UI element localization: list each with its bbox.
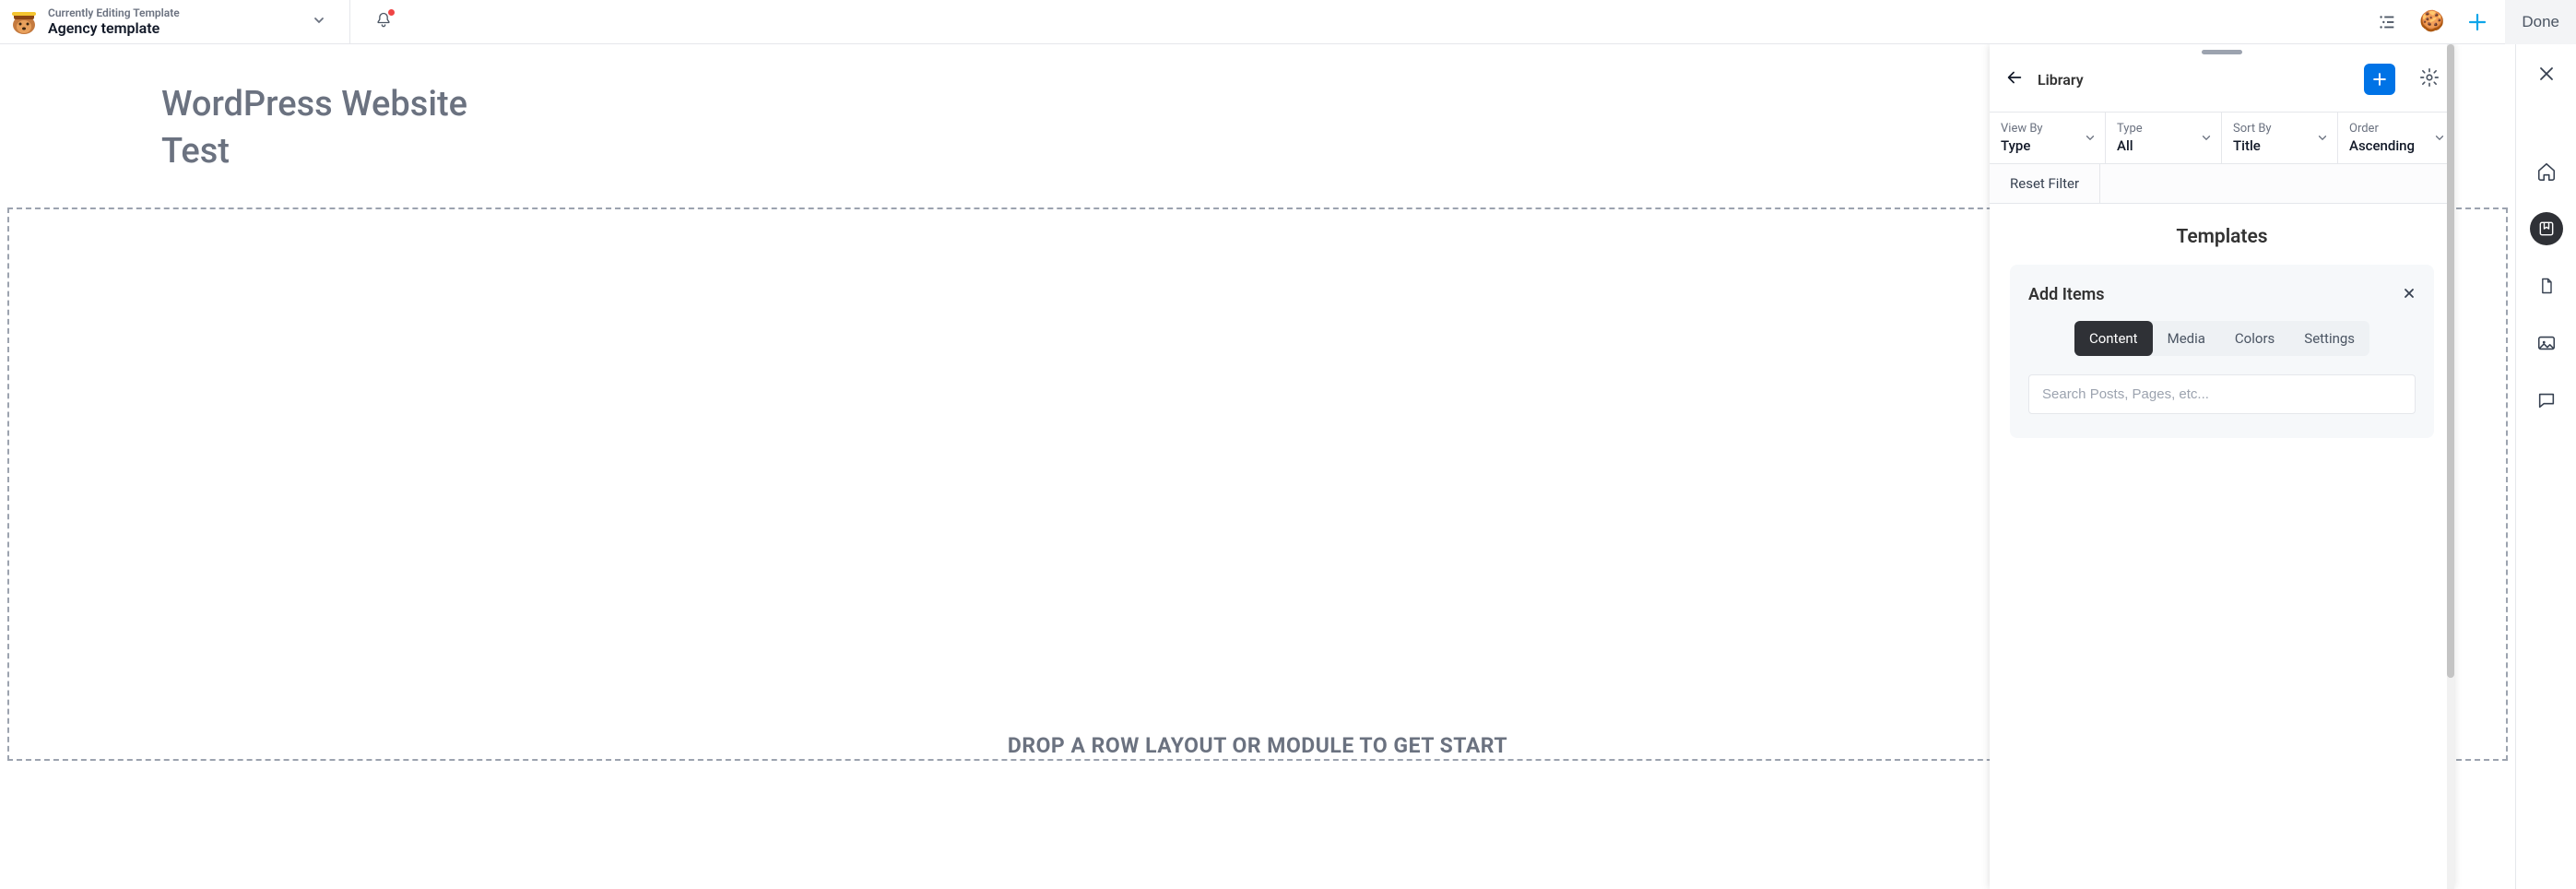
- tab-content[interactable]: Content: [2074, 321, 2153, 356]
- reset-filter-button[interactable]: Reset Filter: [1990, 164, 2100, 203]
- beaver-logo[interactable]: [7, 6, 41, 39]
- done-button[interactable]: Done: [2505, 0, 2576, 44]
- filter-label: Order: [2349, 122, 2443, 136]
- filter-order[interactable]: Order Ascending: [2338, 113, 2454, 164]
- rail-media-button[interactable]: [2530, 326, 2563, 360]
- arrow-left-icon: [2004, 67, 2025, 88]
- filter-label: Type: [2117, 122, 2210, 136]
- right-rail: [2515, 44, 2576, 889]
- add-items-card: Add Items Content Media Colors Settings: [2010, 265, 2434, 438]
- chevron-down-icon: [2085, 129, 2096, 147]
- editing-label: Currently Editing Template: [48, 6, 180, 19]
- add-content-button[interactable]: [2461, 6, 2494, 39]
- template-dropdown-caret[interactable]: [307, 7, 331, 36]
- separator: [349, 0, 350, 44]
- dropzone-text: DROP A ROW LAYOUT OR MODULE TO GET START: [1008, 733, 1507, 758]
- add-items-tabs: Content Media Colors Settings: [2074, 321, 2369, 356]
- filter-sort-by[interactable]: Sort By Title: [2222, 113, 2338, 164]
- plus-icon: [2370, 70, 2389, 89]
- outline-button[interactable]: [2371, 6, 2403, 38]
- filter-row: View By Type Type All Sort By Title Orde…: [1990, 112, 2454, 164]
- tab-settings[interactable]: Settings: [2289, 321, 2369, 356]
- outline-icon: [2377, 12, 2397, 32]
- heading-line-1: WordPress Website: [161, 84, 467, 124]
- chevron-down-icon: [2434, 129, 2445, 147]
- filter-view-by[interactable]: View By Type: [1990, 113, 2106, 164]
- plus-icon: [2466, 11, 2488, 33]
- heading-line-2: Test: [161, 131, 230, 172]
- home-icon: [2536, 161, 2557, 182]
- filter-label: View By: [2001, 122, 2094, 136]
- close-panel-button[interactable]: [2530, 57, 2563, 90]
- library-settings-button[interactable]: [2419, 67, 2440, 91]
- gear-icon: [2419, 67, 2440, 88]
- template-name: Agency template: [48, 19, 180, 37]
- chat-icon: [2536, 390, 2557, 410]
- top-bar-right: 🍪 Done: [2371, 0, 2576, 44]
- tab-colors[interactable]: Colors: [2220, 321, 2289, 356]
- tab-media[interactable]: Media: [2153, 321, 2220, 356]
- top-bar: Currently Editing Template Agency templa…: [0, 0, 2576, 44]
- filter-value: Ascending: [2349, 137, 2443, 154]
- filter-value: All: [2117, 137, 2210, 154]
- chevron-down-icon: [2201, 129, 2212, 147]
- canvas: WordPress Website Test DROP A ROW LAYOUT…: [0, 44, 2515, 889]
- cookie-icon: 🍪: [2419, 10, 2444, 33]
- filter-value: Title: [2233, 137, 2326, 154]
- chevron-down-icon: [313, 14, 325, 27]
- main-area: WordPress Website Test DROP A ROW LAYOUT…: [0, 44, 2576, 889]
- library-panel: Library View By Type Type All: [1990, 44, 2454, 889]
- add-items-header: Add Items: [2028, 285, 2416, 304]
- filter-value: Type: [2001, 137, 2094, 154]
- bookmark-square-icon: [2537, 219, 2556, 238]
- image-icon: [2536, 333, 2557, 353]
- filter-label: Sort By: [2233, 122, 2326, 136]
- cookie-button[interactable]: 🍪: [2414, 5, 2450, 39]
- add-items-search-input[interactable]: [2028, 374, 2416, 414]
- top-bar-left: Currently Editing Template Agency templa…: [7, 0, 398, 44]
- library-header: Library: [1990, 54, 2454, 112]
- add-items-close-button[interactable]: [2403, 286, 2416, 303]
- notifications-button[interactable]: [369, 6, 398, 39]
- close-icon: [2403, 287, 2416, 300]
- chevron-down-icon: [2317, 129, 2328, 147]
- file-icon: [2537, 277, 2556, 295]
- reset-row: Reset Filter: [1990, 164, 2454, 204]
- title-block[interactable]: Currently Editing Template Agency templa…: [48, 6, 180, 38]
- filter-type[interactable]: Type All: [2106, 113, 2222, 164]
- library-back-button[interactable]: [2004, 67, 2025, 91]
- rail-chat-button[interactable]: [2530, 384, 2563, 417]
- rail-library-button[interactable]: [2530, 212, 2563, 245]
- rail-page-button[interactable]: [2530, 269, 2563, 302]
- library-title: Library: [2038, 71, 2351, 89]
- close-icon: [2538, 65, 2555, 82]
- panel-scrollbar-thumb[interactable]: [2447, 44, 2454, 678]
- beaver-icon: [8, 6, 40, 38]
- library-add-button[interactable]: [2364, 64, 2395, 95]
- add-items-title: Add Items: [2028, 285, 2105, 304]
- rail-home-button[interactable]: [2530, 155, 2563, 188]
- templates-section-title: Templates: [1990, 204, 2454, 265]
- notification-dot: [388, 9, 395, 16]
